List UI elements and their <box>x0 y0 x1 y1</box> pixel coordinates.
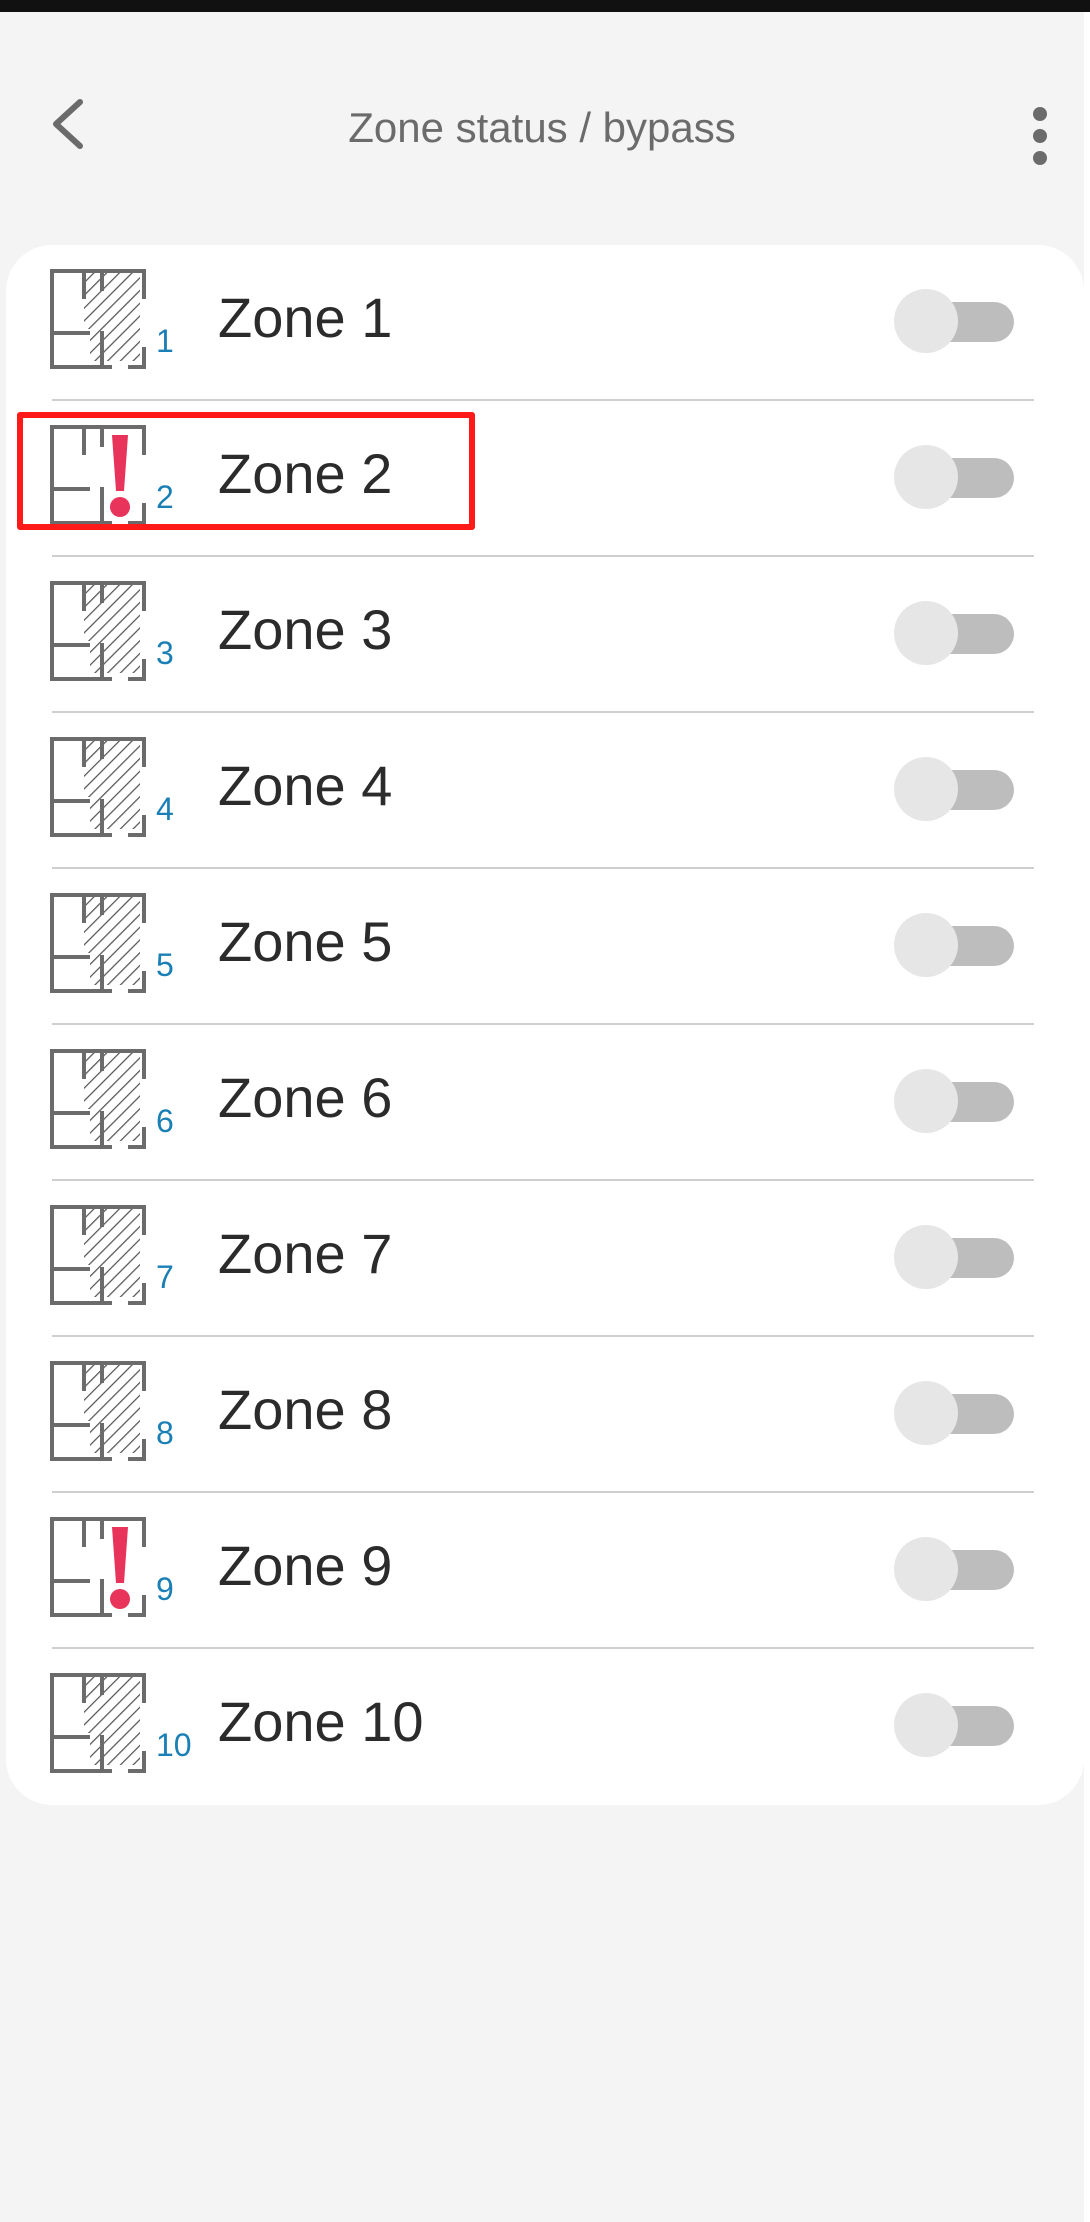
bypass-toggle[interactable] <box>894 443 1024 513</box>
zone-number: 3 <box>156 635 174 671</box>
toggle-thumb <box>894 601 958 665</box>
zone-number: 8 <box>156 1415 174 1451</box>
zone-row[interactable]: 4 Zone 4 <box>6 713 1084 869</box>
zone-row[interactable]: 8 Zone 8 <box>6 1337 1084 1493</box>
chevron-left-icon <box>53 99 83 149</box>
toggle-thumb <box>894 1381 958 1445</box>
zone-label: Zone 7 <box>218 1222 393 1285</box>
zone-label: Zone 4 <box>218 754 393 817</box>
zone-label: Zone 2 <box>218 442 393 505</box>
screen-edge <box>1084 12 1090 2222</box>
bypass-toggle[interactable] <box>894 287 1024 357</box>
floorplan-zone-icon <box>50 893 146 993</box>
bypass-toggle[interactable] <box>894 1691 1024 1761</box>
floorplan-alarm-icon <box>50 1517 146 1617</box>
zone-row[interactable]: 5 Zone 5 <box>6 869 1084 1025</box>
toggle-thumb <box>894 289 958 353</box>
toggle-thumb <box>894 1693 958 1757</box>
floorplan-zone-icon <box>50 581 146 681</box>
zone-label: Zone 10 <box>218 1690 424 1753</box>
zone-number: 6 <box>156 1103 174 1139</box>
floorplan-alarm-icon <box>50 425 146 525</box>
bypass-toggle[interactable] <box>894 755 1024 825</box>
bypass-toggle[interactable] <box>894 911 1024 981</box>
zone-list: 1 Zone 1 2 Zone 2 3 Zone 3 4 Zone 4 5 Zo… <box>6 245 1084 1805</box>
zone-label: Zone 5 <box>218 910 393 973</box>
zone-label: Zone 6 <box>218 1066 393 1129</box>
zone-number: 9 <box>156 1571 174 1607</box>
zone-label: Zone 3 <box>218 598 393 661</box>
floorplan-zone-icon <box>50 1361 146 1461</box>
zone-number: 5 <box>156 947 174 983</box>
floorplan-zone-icon <box>50 1205 146 1305</box>
app-screen: Zone status / bypass 1 Zone 1 2 Zone 2 3… <box>0 0 1090 2222</box>
bypass-toggle[interactable] <box>894 1535 1024 1605</box>
zone-row[interactable]: 9 Zone 9 <box>6 1493 1084 1649</box>
floorplan-zone-icon <box>50 269 146 369</box>
zone-label: Zone 1 <box>218 286 393 349</box>
toggle-thumb <box>894 445 958 509</box>
toggle-thumb <box>894 1069 958 1133</box>
zone-row[interactable]: 1 Zone 1 <box>6 245 1084 401</box>
zone-row[interactable]: 10 Zone 10 <box>6 1649 1084 1805</box>
toggle-thumb <box>894 1537 958 1601</box>
app-header: Zone status / bypass <box>0 12 1084 242</box>
zone-row[interactable]: 3 Zone 3 <box>6 557 1084 713</box>
bypass-toggle[interactable] <box>894 1379 1024 1449</box>
zone-row[interactable]: 2 Zone 2 <box>6 401 1084 557</box>
zone-number: 1 <box>156 323 174 359</box>
bypass-toggle[interactable] <box>894 1223 1024 1293</box>
bypass-toggle[interactable] <box>894 599 1024 669</box>
zone-number: 10 <box>156 1727 192 1763</box>
zone-number: 4 <box>156 791 174 827</box>
floorplan-zone-icon <box>50 1673 146 1773</box>
zone-label: Zone 9 <box>218 1534 393 1597</box>
zone-row[interactable]: 6 Zone 6 <box>6 1025 1084 1181</box>
zone-row[interactable]: 7 Zone 7 <box>6 1181 1084 1337</box>
floorplan-zone-icon <box>50 1049 146 1149</box>
floorplan-zone-icon <box>50 737 146 837</box>
bypass-toggle[interactable] <box>894 1067 1024 1137</box>
back-button[interactable] <box>36 92 100 156</box>
more-options-button[interactable] <box>1016 100 1064 172</box>
page-title: Zone status / bypass <box>348 104 736 151</box>
zone-label: Zone 8 <box>218 1378 393 1441</box>
toggle-thumb <box>894 757 958 821</box>
status-bar-edge <box>0 0 1090 12</box>
toggle-thumb <box>894 913 958 977</box>
zone-number: 7 <box>156 1259 174 1295</box>
toggle-thumb <box>894 1225 958 1289</box>
more-vertical-icon <box>1033 107 1047 165</box>
zone-number: 2 <box>156 479 174 515</box>
